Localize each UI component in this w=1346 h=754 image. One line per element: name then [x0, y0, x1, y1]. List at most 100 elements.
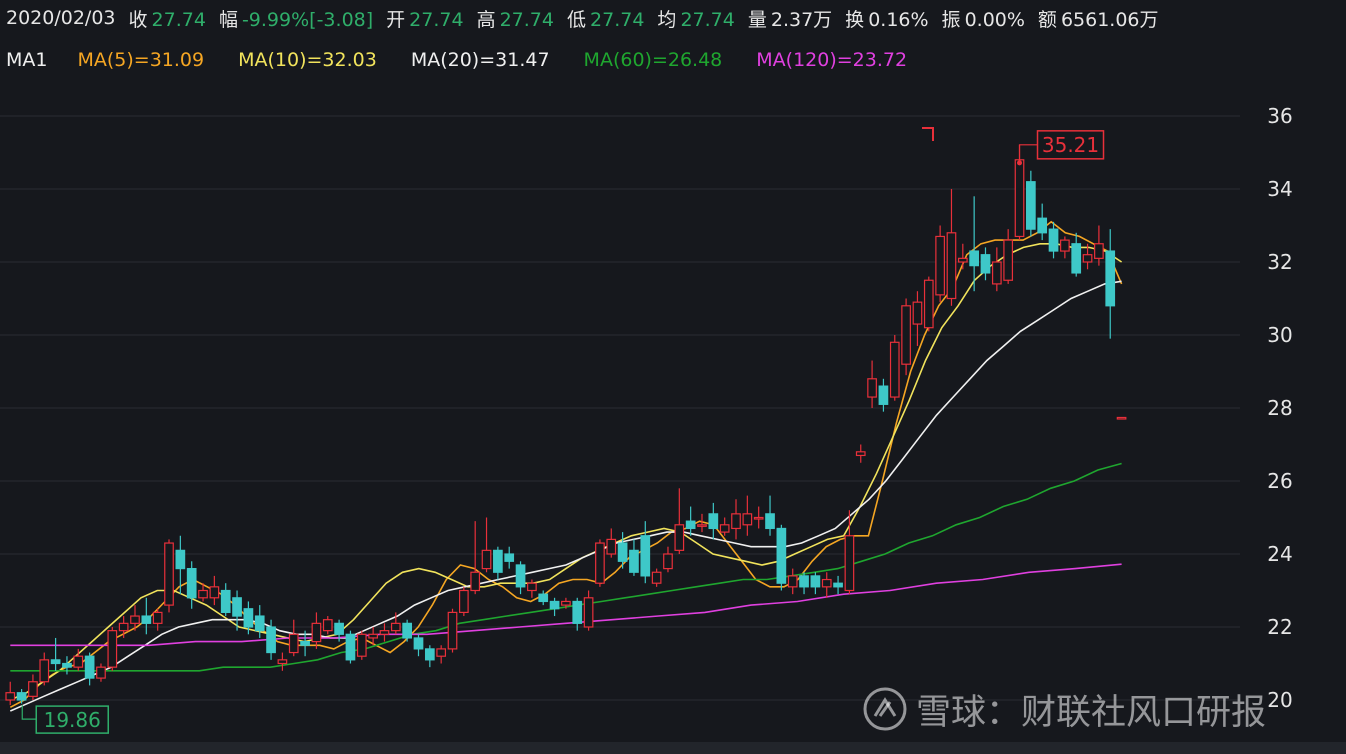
candle — [1060, 236, 1070, 259]
candle — [651, 568, 662, 587]
candle — [356, 630, 367, 660]
quote-field-value: 0.00% — [964, 8, 1025, 31]
candle-body — [141, 615, 152, 624]
quote-field-value: 27.74 — [680, 8, 735, 31]
ma-line-ma20 — [9, 280, 1122, 712]
quote-field: 幅 -9.99%[-3.08] — [219, 5, 373, 32]
candle — [946, 189, 957, 306]
moving-average-legend: MA1 MA(5)=31.09 MA(10)=32.03 MA(20)=31.47 M… — [0, 42, 1346, 78]
candle-body — [753, 516, 764, 520]
candle — [844, 510, 855, 595]
quote-field-value: -9.99%[-3.08] — [241, 8, 374, 31]
candle-body — [833, 582, 843, 588]
candle-body — [674, 524, 685, 551]
candle-body — [1116, 416, 1127, 420]
candle-body — [311, 622, 322, 643]
quote-field-label: 量 — [747, 8, 767, 31]
candle — [1071, 232, 1082, 277]
candle-body — [334, 622, 344, 635]
quote-field-label: 振 — [941, 8, 961, 31]
candle-body — [186, 568, 197, 599]
candle-body — [980, 254, 991, 274]
candle — [447, 608, 458, 653]
candle-body — [345, 633, 356, 661]
candle-body — [96, 666, 106, 679]
quote-field-label: 幅 — [218, 8, 238, 31]
quote-field: 振 0.00% — [942, 5, 1025, 32]
quote-field: 低 27.74 — [567, 5, 644, 32]
candle — [1105, 229, 1116, 339]
candle — [62, 656, 72, 675]
ma-indicator-name[interactable]: MA1 — [6, 49, 47, 71]
bottom-scroll-strip[interactable] — [0, 742, 1346, 754]
candle-body — [266, 626, 276, 654]
y-axis: 20 22 24 26 28 30 32 34 36 — [1267, 104, 1292, 712]
candle — [1094, 225, 1104, 266]
candle-body — [787, 575, 798, 588]
candle-body — [1003, 239, 1014, 281]
high-price-label: 35.21 — [1042, 133, 1099, 157]
ma-legend-item: MA(20)=31.47 — [410, 49, 550, 71]
candle — [413, 634, 424, 657]
candle-body — [1025, 181, 1036, 230]
candle-body — [844, 535, 855, 592]
quote-field-value: 0.16% — [868, 8, 929, 31]
candle-body — [901, 305, 911, 365]
candle — [186, 561, 197, 609]
candlestick-chart[interactable]: 20 22 24 26 28 30 32 34 36 35.21 19.86 — [0, 80, 1346, 742]
candle — [164, 539, 174, 613]
candle-body — [538, 593, 549, 603]
candle-body — [481, 549, 492, 570]
candle-body — [1071, 243, 1082, 274]
candle-body — [277, 659, 288, 665]
candle — [640, 521, 651, 584]
candle — [402, 619, 412, 642]
quote-info-bar: 2020/02/03 收 27.74 幅 -9.99%[-3.08] 开 27.74 高 27… — [0, 0, 1346, 36]
y-tick-label: 32 — [1267, 250, 1292, 274]
candle-body — [561, 600, 571, 606]
candle — [833, 575, 843, 595]
quote-field-value: 2.37万 — [770, 8, 833, 31]
ma-legend-item: MA(10)=32.03 — [238, 49, 377, 71]
y-tick-label: 22 — [1267, 615, 1292, 639]
candle-body — [1094, 243, 1104, 259]
candle-body — [708, 513, 719, 530]
candle — [776, 524, 787, 591]
candle-body — [1060, 239, 1070, 252]
candle — [799, 572, 809, 595]
candle — [107, 627, 118, 671]
candle-body — [742, 513, 753, 526]
candle — [663, 546, 673, 573]
candle-body — [889, 341, 900, 398]
watermark: 雪球：财联社风口研报 — [862, 684, 1266, 734]
quote-field-value: 6561.06万 — [1060, 8, 1159, 31]
high-marker — [1017, 160, 1023, 166]
quote-field-label: 换 — [845, 8, 865, 31]
candle-body — [356, 633, 367, 657]
quote-field-label: 高 — [476, 8, 496, 31]
candle-body — [799, 575, 809, 588]
candle-body — [447, 611, 458, 650]
candle — [322, 616, 333, 635]
candle — [889, 335, 900, 401]
candle-body — [572, 600, 583, 624]
candle-body — [1014, 159, 1025, 238]
candle — [5, 681, 16, 706]
candle-body — [209, 586, 220, 599]
candle-body — [130, 615, 140, 624]
candle-body — [731, 513, 741, 530]
candle-body — [1048, 228, 1059, 252]
chart-grid — [0, 115, 1240, 701]
quote-field-label: 低 — [567, 8, 587, 31]
candle — [481, 517, 492, 573]
high-leader-line — [1018, 144, 1038, 161]
quote-field-value: 27.74 — [499, 8, 554, 31]
ma-line-ma10 — [9, 243, 1123, 701]
quote-date: 2020/02/03 — [6, 7, 116, 29]
candle — [232, 590, 242, 631]
candle — [901, 298, 911, 376]
candle — [595, 539, 605, 587]
candle — [470, 521, 481, 595]
candle — [209, 575, 220, 606]
y-tick-label: 34 — [1267, 177, 1292, 201]
